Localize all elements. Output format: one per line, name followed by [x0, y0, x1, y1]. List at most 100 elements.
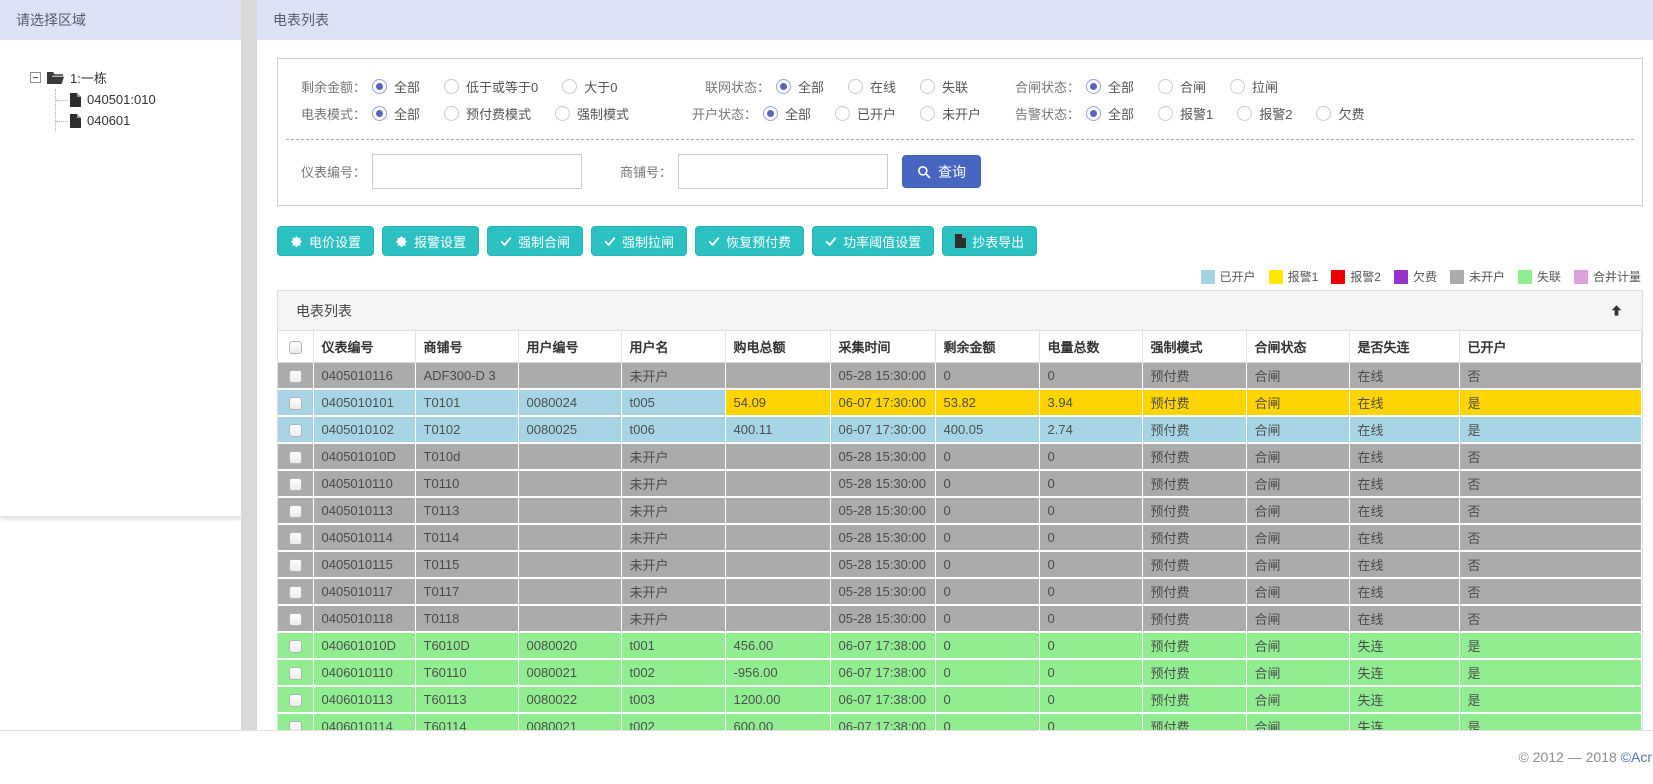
radio-option[interactable]: 低于或等于0: [444, 77, 538, 96]
tree-node-leaf[interactable]: 040601: [56, 110, 241, 131]
radio-icon[interactable]: [372, 79, 387, 94]
shop-no-input[interactable]: [678, 154, 888, 189]
radio-option-label[interactable]: 低于或等于0: [466, 77, 538, 96]
table-row[interactable]: 0405010110 T0110 未开户 05-28 15:30:00 0 0 预付费 合闸在…: [278, 470, 1642, 498]
radio-option-label[interactable]: 合闸: [1180, 77, 1206, 96]
radio-icon[interactable]: [1086, 79, 1101, 94]
row-checkbox[interactable]: [288, 370, 302, 384]
radio-icon[interactable]: [444, 106, 460, 121]
table-row[interactable]: 0405010113 T0113 未开户 05-28 15:30:00 0 0 预付费 合闸在…: [278, 497, 1642, 525]
row-checkbox[interactable]: [288, 424, 302, 438]
tree-leaf-label[interactable]: 040601: [87, 113, 130, 128]
radio-option[interactable]: 强制模式: [555, 104, 629, 123]
radio-option-label[interactable]: 报警1: [1180, 104, 1213, 123]
table-row[interactable]: 0405010117 T0117 未开户 05-28 15:30:00 0 0 预付费 合闸在…: [278, 578, 1642, 606]
copyright-link[interactable]: ©Acr: [1621, 749, 1652, 765]
row-checkbox[interactable]: [288, 613, 302, 627]
radio-icon[interactable]: [1237, 106, 1253, 121]
radio-option[interactable]: 预付费模式: [444, 104, 531, 123]
row-checkbox[interactable]: [288, 451, 302, 465]
table-row[interactable]: 0405010114 T0114 未开户 05-28 15:30:00 0 0 预付费 合闸在…: [278, 524, 1642, 552]
row-checkbox[interactable]: [288, 694, 302, 708]
radio-option[interactable]: 全部: [372, 104, 420, 123]
tree-leaf-label[interactable]: 040501:010: [87, 92, 156, 107]
toolbar-button[interactable]: 抄表导出: [942, 226, 1038, 256]
radio-icon[interactable]: [835, 106, 851, 121]
row-checkbox[interactable]: [288, 559, 302, 573]
tree-root-label[interactable]: 1:一栋: [70, 68, 107, 87]
radio-option[interactable]: 全部: [763, 104, 811, 123]
row-checkbox[interactable]: [288, 478, 302, 492]
row-checkbox[interactable]: [288, 667, 302, 681]
radio-option[interactable]: 拉闸: [1230, 77, 1278, 96]
radio-option-label[interactable]: 拉闸: [1252, 77, 1278, 96]
radio-option-label[interactable]: 全部: [1108, 104, 1134, 123]
radio-option-label[interactable]: 预付费模式: [466, 104, 531, 123]
table-row[interactable]: 0406010114 T60114 0080021 t002 600.00 06-07 1…: [278, 713, 1642, 730]
row-checkbox[interactable]: [288, 505, 302, 519]
radio-icon[interactable]: [847, 79, 863, 94]
toolbar-button[interactable]: 报警设置: [382, 226, 480, 256]
radio-icon[interactable]: [562, 79, 578, 94]
query-button[interactable]: 查询: [902, 155, 981, 188]
radio-option[interactable]: 在线: [847, 77, 896, 96]
table-row[interactable]: 0406010113 T60113 0080022 t003 1200.00 06-07 …: [278, 686, 1642, 714]
tree-collapse-icon[interactable]: [30, 72, 41, 83]
radio-icon[interactable]: [555, 106, 571, 121]
radio-option-label[interactable]: 全部: [785, 104, 811, 123]
radio-option[interactable]: 全部: [775, 77, 824, 96]
tree-node-root[interactable]: 1:一栋: [30, 68, 241, 87]
table-row[interactable]: 0406010110 T60110 0080021 t002 -956.00 06-07 …: [278, 659, 1642, 687]
radio-option[interactable]: 全部: [1086, 77, 1134, 96]
row-checkbox[interactable]: [288, 397, 302, 411]
radio-icon[interactable]: [775, 79, 791, 94]
row-checkbox[interactable]: [288, 532, 302, 546]
radio-option[interactable]: 报警1: [1158, 104, 1213, 123]
radio-option[interactable]: 全部: [1086, 104, 1134, 123]
radio-option-label[interactable]: 报警2: [1259, 104, 1292, 123]
radio-option[interactable]: 报警2: [1237, 104, 1292, 123]
radio-option-label[interactable]: 欠费: [1338, 104, 1364, 123]
table-row[interactable]: 0405010102 T0102 0080025 t006 400.11 06-07 17…: [278, 416, 1642, 444]
radio-icon[interactable]: [1316, 106, 1332, 121]
toolbar-button[interactable]: 功率阈值设置: [812, 226, 935, 256]
radio-option-label[interactable]: 大于0: [584, 77, 617, 96]
table-row[interactable]: 0405010101 T0101 0080024 t005 54.09 06-07 17:…: [278, 389, 1642, 417]
toolbar-button[interactable]: 强制合闸: [487, 226, 584, 256]
radio-icon[interactable]: [1230, 79, 1246, 94]
toolbar-button[interactable]: 电价设置: [277, 226, 375, 256]
radio-icon[interactable]: [763, 106, 779, 121]
radio-option[interactable]: 全部: [372, 77, 420, 96]
radio-icon[interactable]: [1158, 106, 1174, 121]
radio-option-label[interactable]: 强制模式: [577, 104, 629, 123]
radio-option[interactable]: 大于0: [562, 77, 617, 96]
radio-option-label[interactable]: 全部: [394, 104, 420, 123]
row-checkbox[interactable]: [288, 640, 302, 654]
radio-option-label[interactable]: 全部: [394, 77, 420, 96]
radio-option[interactable]: 失联: [919, 77, 968, 96]
radio-option-label[interactable]: 失联: [942, 77, 968, 96]
toolbar-button[interactable]: 恢复预付费: [695, 226, 805, 256]
table-row[interactable]: 0405010116 ADF300-D 3 未开户 05-28 15:30:00 0 0 预…: [278, 362, 1642, 390]
row-checkbox[interactable]: [288, 586, 302, 600]
row-checkbox[interactable]: [288, 721, 302, 730]
radio-option-label[interactable]: 未开户: [942, 104, 981, 123]
select-all-checkbox[interactable]: [288, 341, 302, 355]
table-row[interactable]: 040601010D T6010D 0080020 t001 456.00 06-07 1…: [278, 632, 1642, 660]
toolbar-button[interactable]: 强制拉闸: [591, 226, 688, 256]
radio-option[interactable]: 欠费: [1316, 104, 1365, 123]
radio-icon[interactable]: [920, 106, 936, 121]
radio-icon[interactable]: [444, 79, 460, 94]
radio-option-label[interactable]: 已开户: [857, 104, 896, 123]
radio-icon[interactable]: [919, 79, 935, 94]
radio-icon[interactable]: [1086, 106, 1101, 121]
radio-icon[interactable]: [372, 106, 387, 121]
table-row[interactable]: 0405010118 T0118 未开户 05-28 15:30:00 0 0 预付费 合闸在…: [278, 605, 1642, 633]
radio-option[interactable]: 已开户: [835, 104, 896, 123]
radio-option-label[interactable]: 在线: [870, 77, 896, 96]
radio-icon[interactable]: [1158, 79, 1174, 94]
radio-option-label[interactable]: 全部: [798, 77, 824, 96]
radio-option[interactable]: 未开户: [920, 104, 981, 123]
radio-option[interactable]: 合闸: [1158, 77, 1206, 96]
table-row[interactable]: 0405010115 T0115 未开户 05-28 15:30:00 0 0 预付费 合闸在…: [278, 551, 1642, 579]
